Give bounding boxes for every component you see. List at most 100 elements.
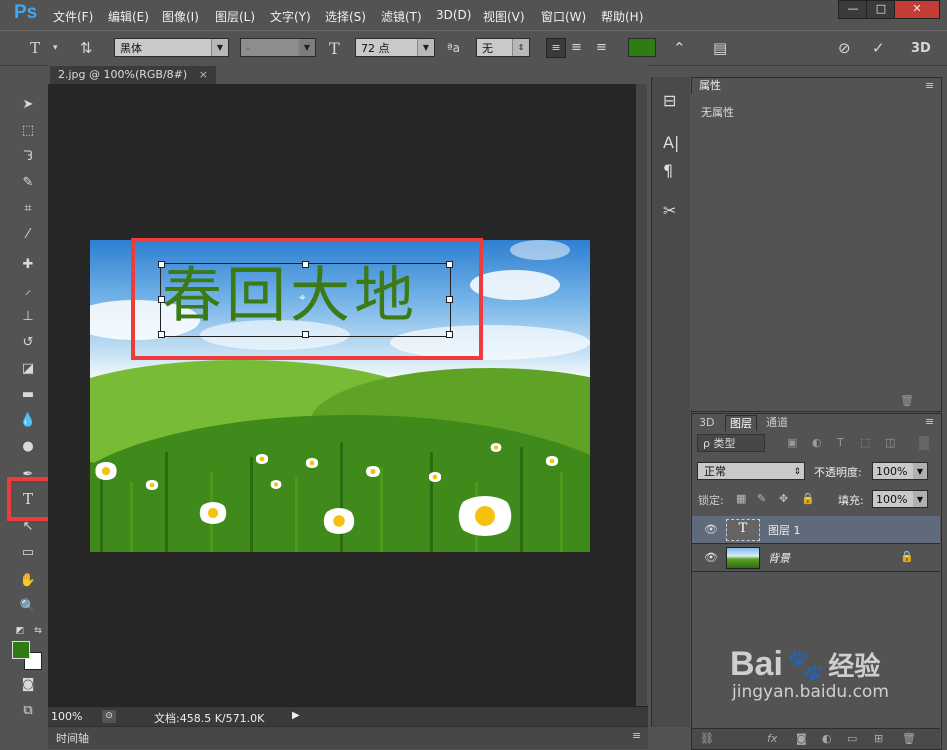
- transform-handle[interactable]: [446, 261, 453, 268]
- zoom-level[interactable]: 100%: [51, 710, 82, 723]
- font-style-select[interactable]: - ▼: [240, 38, 316, 57]
- quick-selection-tool-icon[interactable]: ✎: [18, 174, 38, 192]
- zoom-tool-icon[interactable]: 🔍: [18, 598, 38, 616]
- pixel-filter-icon[interactable]: ▣: [787, 436, 797, 449]
- visibility-eye-icon[interactable]: 👁: [704, 551, 718, 564]
- history-brush-tool-icon[interactable]: ↺: [18, 334, 38, 352]
- lock-position-icon[interactable]: ✥: [779, 492, 788, 505]
- vertical-orientation-icon[interactable]: ⇅: [80, 39, 93, 57]
- type-tool-preset-icon[interactable]: T: [30, 39, 40, 57]
- new-layer-icon[interactable]: ⊞: [874, 732, 883, 745]
- menu-image[interactable]: 图像(I): [162, 8, 199, 25]
- dodge-tool-icon[interactable]: ●: [18, 438, 38, 456]
- chevron-down-icon[interactable]: ▾: [53, 43, 58, 53]
- adjustment-layer-icon[interactable]: ◐: [822, 732, 832, 745]
- hand-tool-icon[interactable]: ✋: [18, 572, 38, 590]
- transform-handle[interactable]: [446, 331, 453, 338]
- blur-tool-icon[interactable]: 💧: [18, 412, 38, 430]
- eyedropper-tool-icon[interactable]: ⁄: [18, 226, 38, 244]
- smart-object-filter-icon[interactable]: ◫: [885, 436, 895, 449]
- document-tab[interactable]: 2.jpg @ 100%(RGB/8#) ×: [50, 66, 216, 84]
- healing-brush-tool-icon[interactable]: ✚: [18, 256, 38, 274]
- default-colors-icon[interactable]: ◩: [10, 622, 30, 640]
- minimize-button[interactable]: —: [838, 0, 868, 19]
- brush-tool-icon[interactable]: ⸝: [18, 282, 38, 300]
- delete-layer-icon[interactable]: 🗑: [902, 732, 916, 745]
- menu-view[interactable]: 视图(V): [483, 8, 525, 25]
- cancel-icon[interactable]: ⊘: [838, 39, 851, 57]
- lock-transparent-icon[interactable]: ▦: [736, 492, 746, 505]
- blend-mode-select[interactable]: 正常 ⇕: [697, 462, 805, 480]
- layer-row-background[interactable]: 👁 背景 🔒: [692, 544, 940, 572]
- tab-layers[interactable]: 图层: [725, 415, 757, 431]
- align-left-icon[interactable]: ≡: [546, 38, 566, 58]
- menu-filter[interactable]: 滤镜(T): [381, 8, 422, 25]
- marquee-tool-icon[interactable]: ⬚: [18, 122, 38, 140]
- link-layers-icon[interactable]: ⛓: [700, 732, 714, 745]
- eraser-tool-icon[interactable]: ◪: [18, 360, 38, 378]
- tool-presets-icon[interactable]: ✂: [663, 201, 676, 220]
- menu-edit[interactable]: 编辑(E): [108, 8, 149, 25]
- warp-text-icon[interactable]: ⌃: [673, 39, 686, 57]
- clone-stamp-tool-icon[interactable]: ⊥: [18, 308, 38, 326]
- character-panel-icon[interactable]: ▤: [713, 39, 727, 57]
- lock-all-icon[interactable]: 🔒: [801, 492, 815, 505]
- trash-icon[interactable]: 🗑: [900, 394, 914, 407]
- maximize-button[interactable]: □: [866, 0, 896, 19]
- new-group-icon[interactable]: ▭: [847, 732, 857, 745]
- headline-text[interactable]: 春回大地: [162, 258, 418, 334]
- shape-filter-icon[interactable]: ⬚: [860, 436, 870, 449]
- menu-layer[interactable]: 图层(L): [215, 8, 255, 25]
- vertical-scrollbar[interactable]: [636, 84, 647, 706]
- status-menu-arrow-icon[interactable]: ▶: [292, 710, 300, 721]
- tab-channels[interactable]: 通道: [762, 415, 792, 430]
- tab-3d[interactable]: 3D: [695, 415, 718, 430]
- crop-tool-icon[interactable]: ⌗: [18, 200, 38, 218]
- history-panel-icon[interactable]: ⊟: [663, 91, 676, 110]
- foreground-color-swatch[interactable]: [12, 641, 30, 659]
- antialias-select[interactable]: 无 ⇕: [476, 38, 530, 57]
- 3d-mode-button[interactable]: 3D: [911, 41, 931, 56]
- panel-menu-icon[interactable]: ≡: [925, 415, 934, 428]
- add-mask-icon[interactable]: ◙: [796, 732, 807, 745]
- align-right-icon[interactable]: ≡: [596, 40, 607, 55]
- filter-toggle[interactable]: [919, 436, 929, 450]
- character-panel-icon[interactable]: A|: [663, 133, 679, 152]
- menu-select[interactable]: 选择(S): [325, 8, 366, 25]
- rectangle-tool-icon[interactable]: ▭: [18, 544, 38, 562]
- lock-image-icon[interactable]: ✎: [757, 492, 766, 505]
- opacity-input[interactable]: 100% ▼: [872, 462, 928, 480]
- fill-input[interactable]: 100% ▼: [872, 490, 928, 508]
- menu-file[interactable]: 文件(F): [53, 8, 93, 25]
- move-tool-icon[interactable]: ➤: [18, 96, 38, 114]
- text-color-swatch[interactable]: [628, 38, 656, 57]
- paragraph-panel-icon[interactable]: ¶: [663, 161, 673, 180]
- visibility-eye-icon[interactable]: 👁: [704, 523, 718, 536]
- menu-help[interactable]: 帮助(H): [601, 8, 643, 25]
- close-button[interactable]: ✕: [894, 0, 940, 19]
- font-family-select[interactable]: 黑体 ▼: [114, 38, 229, 57]
- panel-menu-icon[interactable]: ≡: [925, 79, 934, 92]
- adjustment-filter-icon[interactable]: ◐: [812, 436, 822, 449]
- lasso-tool-icon[interactable]: ᘊ: [18, 148, 38, 166]
- close-tab-icon[interactable]: ×: [199, 68, 208, 81]
- status-options-icon[interactable]: ⊙: [102, 710, 116, 723]
- layer-name[interactable]: 图层 1: [768, 522, 801, 538]
- gradient-tool-icon[interactable]: ▬: [18, 386, 38, 404]
- transform-handle[interactable]: [446, 296, 453, 303]
- font-size-select[interactable]: 72 点 ▼: [355, 38, 435, 57]
- commit-check-icon[interactable]: ✓: [872, 39, 885, 57]
- align-center-icon[interactable]: ≡: [571, 40, 582, 55]
- menu-type[interactable]: 文字(Y): [270, 8, 311, 25]
- screen-mode-icon[interactable]: ⧉: [18, 702, 38, 720]
- quick-mask-icon[interactable]: ◙: [18, 676, 38, 694]
- properties-tab[interactable]: 属性: [693, 78, 727, 94]
- swap-colors-icon[interactable]: ⇆: [28, 622, 48, 640]
- timeline-bar[interactable]: 时间轴 ≡: [48, 726, 648, 749]
- panel-menu-icon[interactable]: ≡: [632, 729, 641, 742]
- type-filter-icon[interactable]: T: [837, 436, 844, 449]
- layer-row-text[interactable]: 👁 T 图层 1: [692, 516, 940, 544]
- layer-filter-select[interactable]: ρ 类型: [697, 434, 765, 452]
- layer-style-fx-icon[interactable]: fx: [767, 732, 777, 745]
- layer-name[interactable]: 背景: [768, 550, 790, 566]
